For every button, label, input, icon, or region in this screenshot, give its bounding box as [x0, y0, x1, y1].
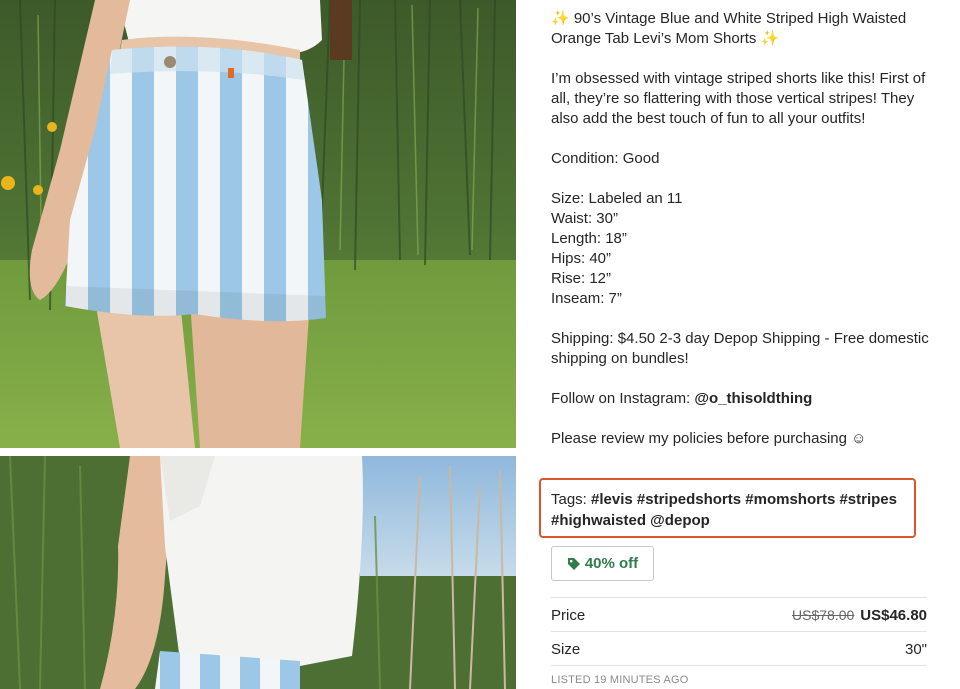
- listing-measurements: Size: Labeled an 11 Waist: 30” Length: 1…: [551, 190, 683, 307]
- discount-label: 40% off: [584, 555, 639, 572]
- discount-badge: 40% off: [551, 546, 654, 581]
- divider: [551, 665, 927, 666]
- tag-icon: [567, 557, 580, 570]
- listing-policies: Please review my policies before purchas…: [551, 430, 867, 447]
- current-price: US$46.80: [860, 606, 927, 624]
- original-price: US$78.00: [792, 606, 855, 623]
- product-photo-secondary[interactable]: [0, 456, 516, 689]
- price-row: Price US$78.00 US$46.80: [551, 604, 927, 626]
- photo-divider: [0, 448, 516, 456]
- size-row: Size 30": [551, 638, 927, 660]
- listed-time: LISTED 19 MINUTES AGO: [551, 674, 689, 686]
- listing-intro: I’m obsessed with vintage striped shorts…: [551, 70, 926, 127]
- divider: [551, 597, 927, 598]
- instagram-handle-link[interactable]: @o_thisoldthing: [694, 390, 812, 407]
- listing-tags: Tags: #levis #stripedshorts #momshorts #…: [551, 489, 911, 531]
- tags-links[interactable]: #levis #stripedshorts #momshorts #stripe…: [551, 491, 897, 529]
- price-values: US$78.00 US$46.80: [792, 607, 927, 624]
- listing-shipping: Shipping: $4.50 2-3 day Depop Shipping -…: [551, 330, 929, 367]
- size-label: Size: [551, 640, 581, 658]
- tags-prefix: Tags:: [551, 491, 592, 508]
- follow-prefix: Follow on Instagram:: [551, 390, 695, 407]
- listing-description: ✨ 90’s Vintage Blue and White Striped Hi…: [551, 9, 931, 449]
- listing-title: ✨ 90’s Vintage Blue and White Striped Hi…: [551, 10, 907, 47]
- listing-condition: Condition: Good: [551, 150, 660, 167]
- divider: [551, 631, 927, 632]
- size-value: 30": [904, 640, 927, 658]
- listing-follow: Follow on Instagram: @o_thisoldthing: [551, 389, 931, 409]
- price-label: Price: [551, 606, 586, 624]
- product-photo-main[interactable]: [0, 0, 516, 448]
